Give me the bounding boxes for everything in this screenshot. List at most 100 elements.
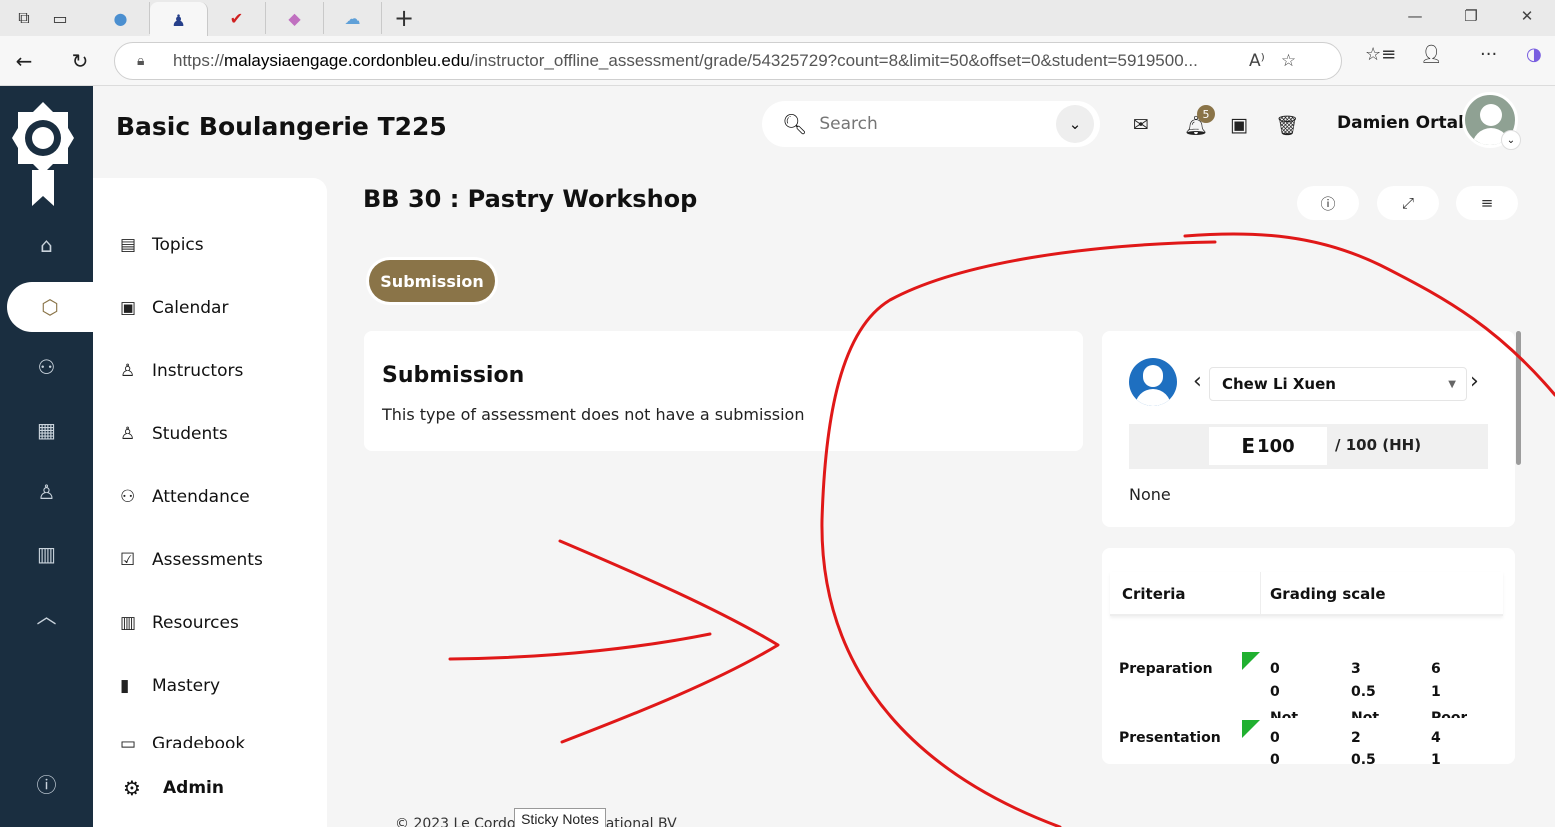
url-text[interactable]: https://malaysiaengage.cordonbleu.edu/in… bbox=[173, 51, 1233, 71]
gear-icon: ⚙ bbox=[123, 776, 141, 800]
submission-card: Submission This type of assessment does … bbox=[364, 331, 1083, 451]
people-icon[interactable]: ⚇ bbox=[0, 342, 93, 392]
apps-grid-icon[interactable]: ▦ bbox=[0, 405, 93, 455]
library-icon[interactable]: ▥ bbox=[0, 529, 93, 579]
more-menu-icon[interactable]: ··· bbox=[1480, 44, 1497, 65]
mail-icon[interactable]: ✉ bbox=[1133, 114, 1149, 136]
copilot-icon[interactable]: ◑ bbox=[1526, 44, 1542, 65]
browser-tab-1[interactable]: ● bbox=[92, 2, 150, 34]
previous-student-button[interactable]: ‹ bbox=[1193, 369, 1202, 394]
calendar-icon[interactable]: ▣ bbox=[1230, 114, 1248, 136]
scale-weight: 0 bbox=[1270, 684, 1280, 700]
comment-flag-icon[interactable] bbox=[1242, 652, 1260, 670]
page-title: BB 30 : Pastry Workshop bbox=[363, 185, 698, 213]
address-bar[interactable]: 🔒︎ https://malaysiaengage.cordonbleu.edu… bbox=[114, 42, 1342, 80]
menu-item-mastery[interactable]: ▮ Mastery bbox=[120, 671, 220, 701]
menu-item-assessments[interactable]: ☑ Assessments bbox=[120, 545, 263, 575]
submission-text: This type of assessment does not have a … bbox=[382, 405, 805, 424]
scale-weight: 0.5 bbox=[1351, 684, 1376, 700]
favorites-icon[interactable]: ☆≡ bbox=[1365, 44, 1396, 65]
new-tab-button[interactable]: + bbox=[382, 4, 426, 32]
scale-score[interactable]: 0 bbox=[1270, 661, 1280, 677]
courses-icon[interactable]: ⬡ bbox=[7, 282, 93, 332]
instructor-icon: ♙ bbox=[120, 361, 136, 381]
annotation-arrow-head bbox=[558, 539, 780, 744]
scale-score[interactable]: 0 bbox=[1270, 730, 1280, 746]
restore-button[interactable]: ❐ bbox=[1443, 0, 1499, 32]
browser-tab-4[interactable]: ◆ bbox=[266, 2, 324, 34]
help-icon[interactable]: ⓘ bbox=[0, 758, 93, 808]
search-box[interactable]: 🔍︎ ⌄ bbox=[762, 101, 1100, 147]
menu-item-students[interactable]: ♙ Students bbox=[120, 419, 228, 449]
browser-tab-bar: ⧉ ▭ ● ♟ ✔ ◆ ☁ + — ❐ ✕ bbox=[0, 0, 1555, 38]
grade-row: E 100 / 100 (HH) bbox=[1129, 424, 1488, 469]
next-student-button[interactable]: › bbox=[1470, 369, 1479, 394]
criterion-preparation: Preparation bbox=[1119, 661, 1213, 677]
grade-input[interactable]: E 100 bbox=[1209, 427, 1327, 465]
window-controls: — ❐ ✕ bbox=[1387, 0, 1555, 32]
chevron-down-icon[interactable]: ⌄ bbox=[1501, 130, 1521, 150]
browser-tab-5[interactable]: ☁ bbox=[324, 2, 382, 34]
diamond-icon: ◆ bbox=[288, 8, 301, 28]
tab-submission[interactable]: Submission bbox=[369, 260, 495, 302]
tab-actions-icon[interactable]: ▭ bbox=[48, 6, 72, 30]
user-name[interactable]: Damien Ortal bbox=[1337, 113, 1464, 133]
comment-flag-icon[interactable] bbox=[1242, 720, 1260, 738]
panel-scrollbar[interactable] bbox=[1516, 331, 1521, 465]
scale-score[interactable]: 6 bbox=[1431, 661, 1441, 677]
scale-weight: 1 bbox=[1431, 752, 1441, 764]
tab-icon: ● bbox=[113, 8, 128, 28]
app-header: Basic Boulangerie T225 🔍︎ ⌄ ✉ 🔔︎ 5 ▣ 🗑︎ … bbox=[93, 86, 1555, 178]
annotation-arrow-shaft bbox=[448, 632, 712, 661]
close-window-button[interactable]: ✕ bbox=[1499, 0, 1555, 32]
user-icon[interactable]: ♙ bbox=[0, 467, 93, 517]
menu-item-calendar[interactable]: ▣ Calendar bbox=[120, 293, 228, 323]
info-button[interactable]: ⓘ bbox=[1297, 186, 1359, 220]
course-menu: ▤ Topics ▣ Calendar ♙ Instructors ♙ Students… bbox=[93, 178, 327, 827]
notification-badge: 5 bbox=[1197, 105, 1215, 123]
person-icon: ♟ bbox=[171, 10, 186, 30]
criteria-header: Criteria bbox=[1122, 585, 1186, 603]
home-icon[interactable]: ⌂ bbox=[0, 220, 93, 270]
search-icon: 🔍︎ bbox=[782, 112, 808, 136]
read-aloud-icon[interactable]: A⁾ bbox=[1249, 51, 1265, 71]
admin-link[interactable]: ⚙ Admin bbox=[123, 776, 224, 800]
browser-tab-active[interactable]: ♟ bbox=[150, 2, 208, 38]
fullscreen-button[interactable]: ⤢ bbox=[1377, 186, 1439, 220]
cloud-icon: ☁ bbox=[344, 8, 361, 28]
scale-score[interactable]: 3 bbox=[1351, 661, 1361, 677]
chevron-down-icon: ⌄ bbox=[1068, 115, 1082, 133]
student-select[interactable]: Chew Li Xuen ▼ bbox=[1209, 367, 1467, 401]
attendance-icon: ⚇ bbox=[120, 487, 136, 507]
assessment-icon: ☑ bbox=[120, 550, 136, 570]
menu-item-gradebook[interactable]: ▭ Gradebook bbox=[120, 734, 245, 748]
menu-item-topics[interactable]: ▤ Topics bbox=[120, 230, 204, 260]
grading-card: ‹ Chew Li Xuen ▼ › E 100 / 100 (HH) None bbox=[1102, 331, 1515, 527]
resources-icon: ▥ bbox=[120, 613, 137, 633]
search-dropdown-button[interactable]: ⌄ bbox=[1056, 105, 1094, 143]
scale-score[interactable]: 2 bbox=[1351, 730, 1361, 746]
back-button[interactable]: ← bbox=[2, 43, 46, 79]
rubric-card: Criteria Grading scale Preparation 0 3 6… bbox=[1102, 548, 1515, 764]
trash-icon[interactable]: 🗑︎ bbox=[1275, 114, 1299, 137]
scale-weight: 1 bbox=[1431, 684, 1441, 700]
scale-label: Not bbox=[1351, 710, 1380, 718]
grade-edit-icon: E bbox=[1241, 434, 1256, 458]
scale-weight: 0 bbox=[1270, 752, 1280, 764]
grade-out-of: / 100 (HH) bbox=[1335, 436, 1422, 454]
profile-icon[interactable]: 👤︎ bbox=[1420, 44, 1443, 65]
search-input[interactable] bbox=[819, 114, 1050, 134]
reload-button[interactable]: ↻ bbox=[58, 43, 102, 79]
collapse-chevron-icon[interactable]: ︿ bbox=[0, 589, 93, 639]
school-logo[interactable] bbox=[10, 100, 76, 208]
scale-score[interactable]: 4 bbox=[1431, 730, 1441, 746]
menu-item-attendance[interactable]: ⚇ Attendance bbox=[120, 482, 250, 512]
menu-item-resources[interactable]: ▥ Resources bbox=[120, 608, 239, 638]
menu-button[interactable]: ≡ bbox=[1456, 186, 1518, 220]
browser-tab-3[interactable]: ✔ bbox=[208, 2, 266, 34]
minimize-button[interactable]: — bbox=[1387, 0, 1443, 32]
lock-icon[interactable]: 🔒︎ bbox=[137, 53, 157, 69]
menu-item-instructors[interactable]: ♙ Instructors bbox=[120, 356, 243, 386]
workspaces-icon[interactable]: ⧉ bbox=[12, 6, 36, 30]
favorite-star-icon[interactable]: ☆ bbox=[1281, 51, 1296, 71]
